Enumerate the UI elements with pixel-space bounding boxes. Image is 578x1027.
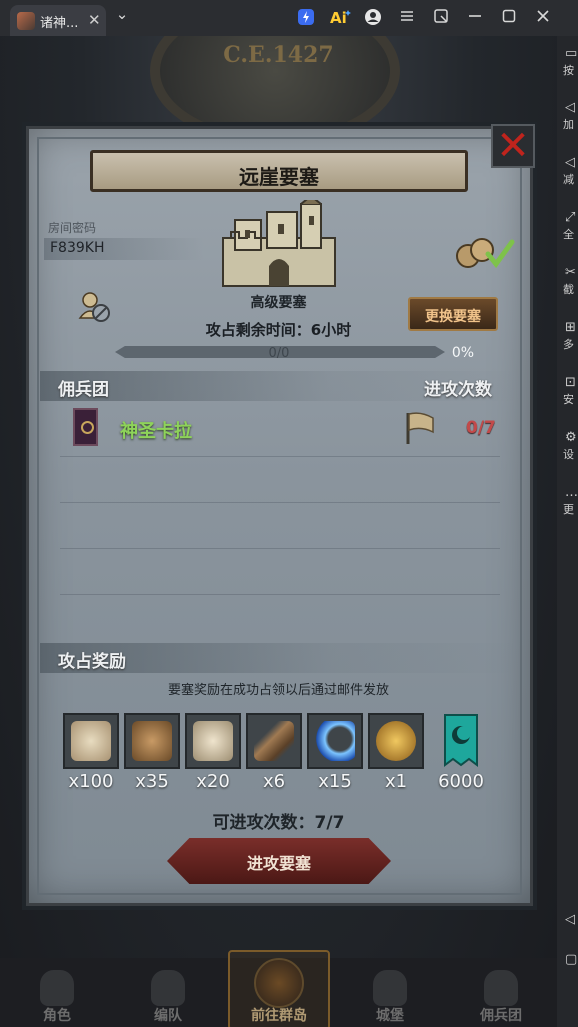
multi-instance-icon: ⊞ xyxy=(565,320,576,335)
banner-icon xyxy=(484,970,518,1006)
progress-text: 0/0 xyxy=(268,346,290,361)
nav-item-formation[interactable]: 编队 xyxy=(113,958,223,1027)
popout-icon[interactable] xyxy=(431,8,451,28)
gear-icon: ⚙ xyxy=(565,430,577,445)
castle-icon xyxy=(222,200,336,287)
mercenary-section-title: 佣兵团 xyxy=(58,380,109,400)
room-code-value: F839KH xyxy=(50,240,105,256)
nav-item-castle[interactable]: 城堡 xyxy=(335,958,445,1027)
close-icon[interactable] xyxy=(533,8,553,28)
ai-icon[interactable]: Ai xyxy=(328,8,354,28)
reward-qty: x6 xyxy=(262,771,286,792)
install-icon: ⊡ xyxy=(565,375,576,390)
sidebar-home-icon[interactable]: ▢ xyxy=(559,952,578,968)
modal-close-button[interactable]: ✕ xyxy=(491,123,535,169)
flag-icon xyxy=(406,412,434,444)
scissors-icon: ✂ xyxy=(565,265,576,280)
tab-dropdown-icon[interactable]: ⌄ xyxy=(112,4,132,24)
compass-icon xyxy=(254,958,304,1008)
attacks-section-title: 进攻次数 xyxy=(424,380,492,400)
sidebar-item-keys[interactable]: ▭ 按 xyxy=(559,46,578,78)
progress-percent: 0% xyxy=(451,345,475,361)
mercenary-name[interactable]: 神圣卡拉 xyxy=(120,417,192,443)
reward-qty: x15 xyxy=(318,771,352,792)
fullscreen-icon: ⤢ xyxy=(565,210,576,225)
era-label: C.E.1427 xyxy=(223,42,334,68)
sidebar-item-multi[interactable]: ⊞ 多 xyxy=(559,320,578,352)
reward-item-guild-banner[interactable] xyxy=(443,713,479,769)
rewards-note: 要塞奖励在成功占领以后通过邮件发放 xyxy=(167,683,389,698)
keyboard-icon: ▭ xyxy=(565,46,578,61)
helmet-icon xyxy=(151,970,185,1006)
reward-item-moon-crescent[interactable] xyxy=(307,713,363,769)
nav-item-character[interactable]: 角色 xyxy=(2,958,112,1027)
reward-qty: x100 xyxy=(68,771,114,792)
reward-item-raw-hide[interactable] xyxy=(63,713,119,769)
volume-up-icon: ◁ xyxy=(565,100,575,115)
svg-text:Ai: Ai xyxy=(330,9,347,26)
menu-icon[interactable] xyxy=(397,8,417,28)
attack-fortress-button[interactable]: 进攻要塞 xyxy=(167,838,391,884)
room-code-label: 房间密码 xyxy=(48,221,97,235)
tab-title: 诸神... xyxy=(40,16,79,31)
sidebar-item-settings[interactable]: ⚙ 设 xyxy=(559,430,578,462)
account-icon[interactable] xyxy=(363,8,383,28)
lightning-icon[interactable] xyxy=(296,8,316,28)
screen: 诸神... ✕ ⌄ Ai ▭ 按 ◁ 加 ◁ 减 ⤢ 全 ✂ 截 ⊞ 多 ⊡ 安… xyxy=(0,0,578,1027)
sidebar-item-install[interactable]: ⊡ 安 xyxy=(559,375,578,407)
sidebar-item-screenshot[interactable]: ✂ 截 xyxy=(559,265,578,297)
nav-item-islands[interactable]: 前往群岛 xyxy=(224,950,334,1027)
reward-item-beast-claw[interactable] xyxy=(124,713,180,769)
reward-item-gold-medal[interactable] xyxy=(368,713,424,769)
sidebar-item-more[interactable]: … 更 xyxy=(559,485,578,517)
app-icon xyxy=(17,12,35,30)
sidebar-back-icon[interactable]: ◁ xyxy=(559,912,578,928)
attack-count: 可进攻次数：7/7 xyxy=(212,813,345,833)
rewards-section-title: 攻占奖励 xyxy=(58,652,126,672)
sidebar-item-fullscreen[interactable]: ⤢ 全 xyxy=(559,210,578,242)
minimize-icon[interactable] xyxy=(465,8,485,28)
modal-title: 远崖要塞 xyxy=(239,165,319,189)
nav-item-mercenary[interactable]: 佣兵团 xyxy=(446,958,556,1027)
emulator-sidebar: ▭ 按 ◁ 加 ◁ 减 ⤢ 全 ✂ 截 ⊞ 多 ⊡ 安 ⚙ 设 … 更 ◁ ▢ xyxy=(557,36,578,1027)
title-banner: 远崖要塞 xyxy=(90,150,468,192)
more-icon: … xyxy=(565,485,578,500)
tab-close-icon[interactable]: ✕ xyxy=(88,11,101,29)
reward-qty: x1 xyxy=(384,771,408,792)
castle-icon xyxy=(373,970,407,1006)
reward-qty: 6000 xyxy=(438,771,484,792)
maximize-icon[interactable] xyxy=(499,8,519,28)
sidebar-item-volume-up[interactable]: ◁ 加 xyxy=(559,100,578,132)
mercenary-attacks: 0/7 xyxy=(466,418,496,438)
reward-item-wolf-pelt[interactable] xyxy=(185,713,241,769)
reward-item-spiral-horn[interactable] xyxy=(246,713,302,769)
mercenary-emblem-icon xyxy=(73,408,98,446)
reward-qty: x35 xyxy=(135,771,169,792)
reward-qty: x20 xyxy=(196,771,230,792)
close-x-icon: ✕ xyxy=(496,123,530,169)
browser-tab[interactable]: 诸神... ✕ xyxy=(10,5,106,36)
sidebar-item-volume-down[interactable]: ◁ 减 xyxy=(559,155,578,187)
window-titlebar: 诸神... ✕ ⌄ Ai xyxy=(0,0,578,36)
supply-bags-icon[interactable] xyxy=(452,234,516,270)
volume-down-icon: ◁ xyxy=(565,155,575,170)
time-remaining: 攻占剩余时间：6小时 xyxy=(205,321,352,339)
bottom-nav: 角色 编队 前往群岛 城堡 佣兵团 xyxy=(0,950,557,1027)
knight-icon xyxy=(40,970,74,1006)
